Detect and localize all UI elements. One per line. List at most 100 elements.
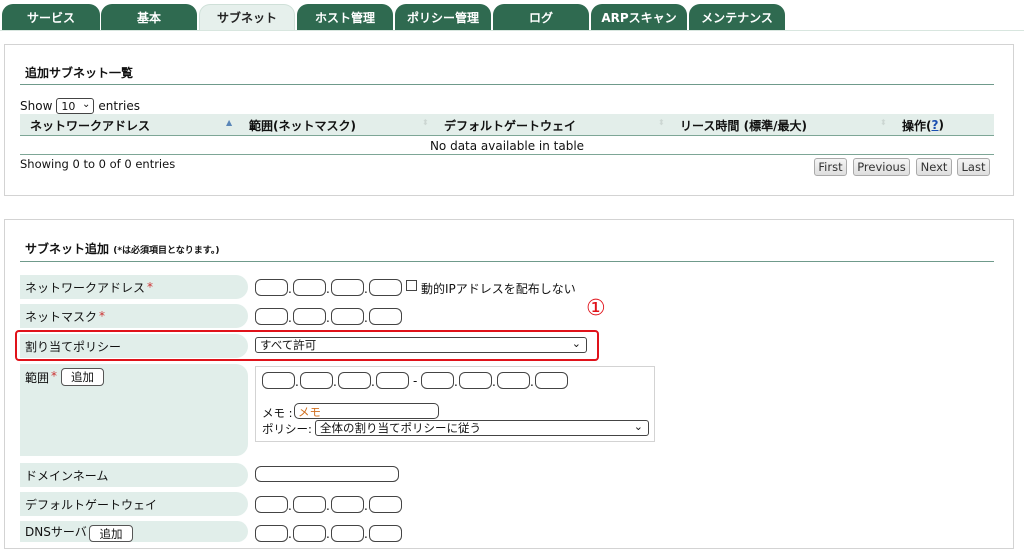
- col-range[interactable]: 範囲(ネットマスク): [249, 114, 356, 136]
- range-start-octet-1[interactable]: [262, 372, 295, 389]
- tab-arp-scan[interactable]: ARPスキャン: [591, 4, 687, 30]
- netmask-octet-1[interactable]: [255, 308, 288, 325]
- tab-subnet[interactable]: サブネット: [199, 4, 295, 30]
- col-operation-label: 操作(: [902, 118, 932, 133]
- octet-dot: .: [326, 282, 330, 296]
- col-lease-time[interactable]: リース時間 (標準/最大): [680, 114, 807, 136]
- tab-host-management[interactable]: ホスト管理: [297, 4, 393, 30]
- tab-bar: サービス 基本 サブネット ホスト管理 ポリシー管理 ログ ARPスキャン メン…: [0, 0, 1024, 32]
- range-dash: -: [413, 374, 418, 388]
- tab-policy-management[interactable]: ポリシー管理: [395, 4, 491, 30]
- required-mark: *: [147, 280, 154, 294]
- default-gateway-label: デフォルトゲートウェイ: [20, 492, 248, 516]
- range-end-octet-3[interactable]: [497, 372, 530, 389]
- subnet-add-title-text: サブネット追加: [25, 242, 110, 256]
- octet-dot: .: [326, 499, 330, 513]
- gateway-octet-2[interactable]: [293, 496, 326, 513]
- pager-first-button[interactable]: First: [814, 158, 847, 176]
- page-length-control: Show 10 ⌄ entries: [20, 98, 140, 114]
- domain-name-label-text: ドメインネーム: [25, 468, 109, 483]
- memo-input[interactable]: メモ: [294, 403, 439, 419]
- col-default-gateway[interactable]: デフォルトゲートウェイ: [444, 114, 576, 136]
- required-mark: *: [99, 309, 106, 323]
- octet-dot: .: [492, 375, 496, 389]
- range-end-octet-1[interactable]: [421, 372, 454, 389]
- network-address-octet-2[interactable]: [293, 279, 326, 296]
- subnet-add-title: サブネット追加 (*は必須項目となります。): [25, 240, 219, 257]
- octet-dot: .: [454, 375, 458, 389]
- required-mark: *: [51, 369, 58, 383]
- netmask-octet-2[interactable]: [293, 308, 326, 325]
- network-address-octet-3[interactable]: [331, 279, 364, 296]
- octet-dot: .: [288, 311, 292, 325]
- dns-octet-3[interactable]: [331, 525, 364, 542]
- tab-service[interactable]: サービス: [2, 4, 100, 30]
- octet-dot: .: [288, 282, 292, 296]
- gateway-octet-3[interactable]: [331, 496, 364, 513]
- show-suffix: entries: [98, 99, 140, 113]
- subnet-add-rule: [20, 261, 994, 262]
- pager-next-button[interactable]: Next: [916, 158, 952, 176]
- table-info: Showing 0 to 0 of 0 entries: [20, 157, 176, 171]
- help-link[interactable]: ?: [932, 118, 939, 132]
- network-address-octet-1[interactable]: [255, 279, 288, 296]
- octet-dot: .: [326, 311, 330, 325]
- no-dynamic-ip-label: 動的IPアドレスを配布しない: [421, 282, 576, 296]
- range-start-octet-4[interactable]: [376, 372, 409, 389]
- range-policy-select[interactable]: 全体の割り当てポリシーに従う ⌄: [315, 420, 649, 436]
- sort-icon: ⬍: [658, 118, 665, 127]
- chevron-down-icon: ⌄: [633, 420, 643, 433]
- sort-icon: ⬍: [880, 118, 887, 127]
- gateway-octet-1[interactable]: [255, 496, 288, 513]
- col-operation: 操作(?): [902, 114, 944, 136]
- pager-previous-button[interactable]: Previous: [853, 158, 910, 176]
- range-start-octet-3[interactable]: [338, 372, 371, 389]
- octet-dot: .: [530, 375, 534, 389]
- octet-dot: .: [364, 311, 368, 325]
- tab-log[interactable]: ログ: [493, 4, 589, 30]
- octet-dot: .: [295, 375, 299, 389]
- range-policy-label: ポリシー:: [262, 422, 312, 436]
- memo-label: メモ :: [262, 406, 293, 420]
- octet-dot: .: [326, 527, 330, 541]
- chevron-down-icon: ⌄: [82, 99, 91, 110]
- required-note: (*は必須項目となります。): [113, 246, 220, 256]
- annotation-marker: ①: [586, 296, 606, 321]
- empty-table-message: No data available in table: [20, 137, 994, 155]
- dns-server-label: DNSサーバ: [20, 521, 248, 542]
- domain-name-input[interactable]: [255, 466, 399, 482]
- table-header: ネットワークアドレス ▲ 範囲(ネットマスク) ⬍ デフォルトゲートウェイ ⬍ …: [20, 114, 994, 136]
- pager-last-button[interactable]: Last: [957, 158, 990, 176]
- gateway-octet-4[interactable]: [369, 496, 402, 513]
- page-length-select[interactable]: 10 ⌄: [56, 98, 95, 114]
- dns-octet-1[interactable]: [255, 525, 288, 542]
- octet-dot: .: [364, 527, 368, 541]
- col-network-address[interactable]: ネットワークアドレス: [30, 114, 150, 136]
- netmask-label-text: ネットマスク: [25, 309, 98, 324]
- subnet-list-rule: [20, 84, 994, 85]
- octet-dot: .: [364, 499, 368, 513]
- highlight-box: [15, 330, 599, 361]
- range-start-octet-2[interactable]: [300, 372, 333, 389]
- octet-dot: .: [288, 527, 292, 541]
- dns-octet-2[interactable]: [293, 525, 326, 542]
- range-label-text: 範囲: [25, 371, 50, 385]
- memo-placeholder: メモ: [298, 405, 321, 419]
- network-address-octet-4[interactable]: [369, 279, 402, 296]
- range-end-octet-4[interactable]: [535, 372, 568, 389]
- network-address-label: ネットワークアドレス *: [20, 275, 248, 299]
- tab-basic[interactable]: 基本: [101, 4, 197, 30]
- add-dns-button[interactable]: 追加: [89, 525, 133, 542]
- dns-octet-4[interactable]: [369, 525, 402, 542]
- sort-icon: ⬍: [422, 118, 429, 127]
- range-end-octet-2[interactable]: [459, 372, 492, 389]
- netmask-octet-4[interactable]: [369, 308, 402, 325]
- netmask-octet-3[interactable]: [331, 308, 364, 325]
- tab-maintenance[interactable]: メンテナンス: [689, 4, 785, 30]
- sort-asc-icon: ▲: [226, 118, 233, 127]
- page-length-value: 10: [61, 99, 76, 113]
- default-gateway-label-text: デフォルトゲートウェイ: [25, 497, 158, 512]
- octet-dot: .: [371, 375, 375, 389]
- no-dynamic-ip-checkbox[interactable]: [406, 280, 417, 291]
- add-range-button[interactable]: 追加: [61, 368, 104, 386]
